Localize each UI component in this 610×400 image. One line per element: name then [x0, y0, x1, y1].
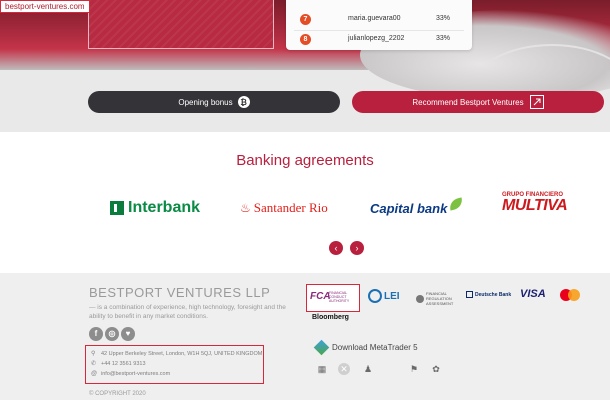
facebook-icon[interactable]: f — [89, 327, 103, 341]
deutsche-bank-logo: Deutsche Bank — [466, 291, 511, 298]
ranking-panel: 7 maria.guevara00 33% 8 julianlopezg_220… — [286, 0, 472, 50]
flame-icon: ♨ — [240, 201, 251, 215]
globe-icon — [368, 289, 382, 303]
santander-logo: ♨ Santander Rio — [240, 200, 328, 215]
lei-logo: LEI — [368, 289, 400, 303]
android-icon[interactable]: ⚑ — [408, 363, 420, 375]
carousel-next-button[interactable]: › — [350, 241, 364, 255]
close-icon[interactable]: ✕ — [338, 363, 350, 375]
rank-username: julianlopezg_2202 — [348, 35, 405, 42]
opening-bonus-label: Opening bonus — [178, 97, 233, 107]
capital-bank-logo: Capital bank — [370, 196, 465, 220]
email-icon: @ — [91, 371, 98, 377]
deutsche-bank-icon — [466, 291, 473, 298]
ranking-row: 8 julianlopezg_2202 33% — [286, 31, 472, 49]
interbank-mark-icon — [110, 201, 124, 215]
social-link-icon[interactable]: ♥ — [121, 327, 135, 341]
bloomberg-logo: Bloomberg — [312, 314, 349, 321]
contact-info-box: ⚲ 42 Upper Berkeley Street, London, W1H … — [85, 345, 264, 384]
rank-percent: 33% — [436, 35, 451, 42]
recommend-button[interactable]: Recommend Bestport Ventures — [352, 91, 604, 113]
bitcoin-icon: ₿ — [237, 96, 250, 108]
seal-icon — [416, 294, 424, 303]
email-line[interactable]: @ info@bestport-ventures.com — [91, 371, 170, 377]
share-icon — [529, 95, 544, 109]
url-label: bestport-ventures.com — [0, 0, 90, 13]
location-pin-icon: ⚲ — [91, 351, 96, 357]
visa-logo: VISA — [520, 288, 546, 300]
company-description: — is a combination of experience, high t… — [89, 304, 286, 320]
phone-icon: ✆ — [91, 361, 97, 367]
rank-percent: 33% — [436, 15, 451, 22]
metatrader-icon — [313, 339, 330, 356]
rank-username: maria.guevara00 — [348, 15, 401, 22]
hero-card — [88, 0, 274, 49]
instagram-icon[interactable]: ◎ — [105, 327, 119, 341]
rank-badge: 7 — [300, 14, 311, 25]
mastercard-logo — [560, 289, 580, 301]
copyright-text: © COPYRIGHT 2020 — [89, 391, 146, 397]
leaf-icon — [448, 197, 465, 211]
recommend-label: Recommend Bestport Ventures — [412, 97, 524, 107]
banking-agreements-title: Banking agreements — [236, 152, 374, 169]
huawei-icon[interactable]: ✿ — [430, 363, 442, 375]
windows-icon[interactable]: ▦ — [316, 363, 328, 375]
apple-icon[interactable] — [386, 363, 398, 375]
hero-section: 7 maria.guevara00 33% 8 julianlopezg_220… — [0, 0, 610, 132]
multiva-logo: GRUPO FINANCIERO MULTIVA — [502, 192, 568, 214]
financial-regulation-logo: FINANCIAL REGULATION ASSESSMENT — [416, 291, 460, 306]
company-name: BESTPORT VENTURES LLP — [89, 285, 271, 300]
carousel-prev-button[interactable]: ‹ — [329, 241, 343, 255]
linux-icon[interactable]: ♟ — [362, 363, 374, 375]
rank-badge: 8 — [300, 34, 311, 45]
opening-bonus-button[interactable]: Opening bonus ₿ — [88, 91, 340, 113]
phone-line: ✆ +44 12 3561 9313 — [91, 361, 146, 367]
address-line: ⚲ 42 Upper Berkeley Street, London, W1H … — [91, 351, 263, 357]
interbank-logo: Interbank — [110, 196, 200, 220]
fca-logo: FCA FINANCIAL CONDUCT AUTHORITY — [306, 284, 360, 312]
download-metatrader-link[interactable]: Download MetaTrader 5 — [313, 339, 418, 356]
ranking-row: 7 maria.guevara00 33% — [286, 11, 472, 31]
